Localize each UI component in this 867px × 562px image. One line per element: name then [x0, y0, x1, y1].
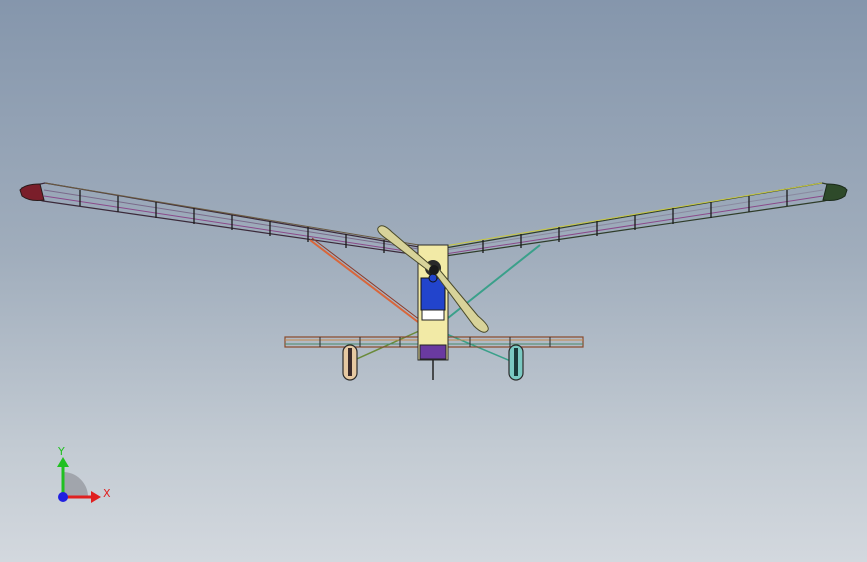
- cad-viewport[interactable]: Y X: [0, 0, 867, 562]
- x-axis-label: X: [103, 487, 111, 500]
- aircraft-model[interactable]: Y X: [0, 0, 867, 562]
- y-axis-label: Y: [57, 445, 65, 458]
- right-wheel[interactable]: [508, 344, 524, 381]
- right-wing[interactable]: [444, 182, 848, 257]
- triad-plane-icon: [63, 472, 88, 497]
- view-triad: Y X: [57, 445, 111, 503]
- left-wheel[interactable]: [342, 344, 358, 381]
- left-wing[interactable]: [19, 182, 426, 257]
- z-axis-dot: [58, 492, 68, 502]
